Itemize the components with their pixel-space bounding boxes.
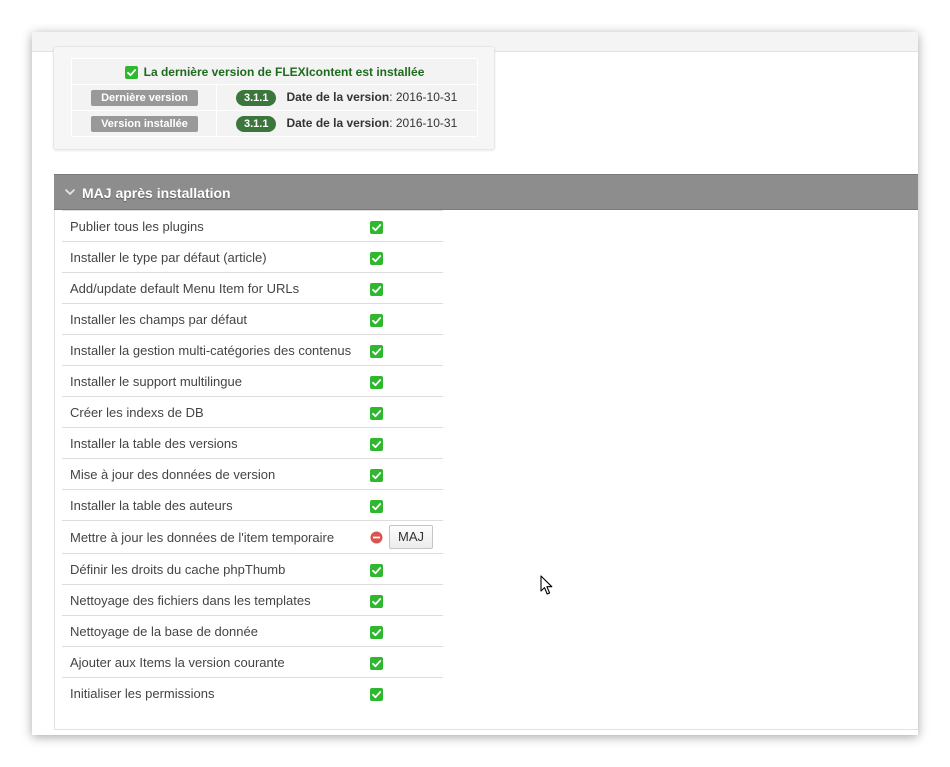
- task-name: Installer le support multilingue: [70, 373, 242, 389]
- installed-version-date-label: Date de la version: [286, 115, 390, 130]
- latest-version-label-cell: Dernière version: [71, 84, 217, 111]
- task-row: Initialiser les permissions: [62, 677, 443, 709]
- task-row: Créer les indexs de DB: [62, 396, 443, 428]
- task-row: Mettre à jour les données de l'item temp…: [62, 520, 443, 554]
- main-window: La dernière version de FLEXIcontent est …: [32, 32, 918, 735]
- task-name: Mettre à jour les données de l'item temp…: [70, 529, 335, 545]
- check-icon: [370, 625, 383, 639]
- check-icon: [370, 563, 383, 577]
- task-name: Installer la table des auteurs: [70, 497, 233, 513]
- latest-version-badge: 3.1.1: [236, 89, 277, 106]
- task-row: Add/update default Menu Item for URLs: [62, 272, 443, 304]
- maj-button[interactable]: MAJ: [389, 525, 433, 549]
- task-status-cell: [370, 397, 443, 428]
- task-status-cell: [370, 335, 443, 366]
- installed-version-value-cell: 3.1.1 Date de la version: 2016-10-31: [216, 110, 478, 137]
- check-icon: [370, 220, 383, 234]
- task-status-cell: [370, 459, 443, 490]
- task-name: Publier tous les plugins: [70, 218, 204, 234]
- check-icon: [370, 437, 383, 451]
- check-icon: [370, 375, 383, 389]
- task-row: Nettoyage des fichiers dans les template…: [62, 584, 443, 616]
- task-status-cell: [370, 304, 443, 335]
- task-name: Add/update default Menu Item for URLs: [70, 280, 300, 296]
- latest-version-row: Dernière version 3.1.1 Date de la version…: [71, 84, 478, 111]
- task-status-cell: [370, 273, 443, 304]
- task-row: Installer la table des versions: [62, 427, 443, 459]
- task-status-cell: [370, 585, 443, 616]
- task-row: Installer le type par défaut (article): [62, 241, 443, 273]
- error-icon: [370, 531, 383, 543]
- task-name: Nettoyage de la base de donnée: [70, 623, 258, 639]
- latest-version-value-cell: 3.1.1 Date de la version: 2016-10-31: [216, 84, 478, 111]
- installed-version-label-cell: Version installée: [71, 110, 217, 137]
- task-name: Installer la gestion multi-catégories de…: [70, 342, 352, 358]
- task-row: Installer la gestion multi-catégories de…: [62, 334, 443, 366]
- check-icon: [370, 687, 383, 701]
- task-status-cell: [370, 428, 443, 459]
- task-status-cell: [370, 211, 443, 242]
- check-icon: [370, 251, 383, 265]
- version-table: La dernière version de FLEXIcontent est …: [71, 58, 478, 137]
- installed-version-date-value: : 2016-10-31: [389, 115, 458, 130]
- task-name: Installer la table des versions: [70, 435, 238, 451]
- check-icon: [370, 468, 383, 482]
- task-status-cell: [370, 678, 443, 709]
- task-name: Créer les indexs de DB: [70, 404, 204, 420]
- latest-version-date-label: Date de la version: [286, 89, 390, 104]
- version-status-message: La dernière version de FLEXIcontent est …: [143, 64, 425, 79]
- task-row: Définir les droits du cache phpThumb: [62, 553, 443, 585]
- task-row: Nettoyage de la base de donnée: [62, 615, 443, 647]
- version-status-row: La dernière version de FLEXIcontent est …: [71, 58, 478, 85]
- check-icon: [370, 656, 383, 670]
- check-icon: [370, 313, 383, 327]
- check-icon: [370, 499, 383, 513]
- task-name: Installer les champs par défaut: [70, 311, 248, 327]
- installed-version-row: Version installée 3.1.1 Date de la versio…: [71, 110, 478, 137]
- task-status-cell: [370, 490, 443, 521]
- version-status-cell: La dernière version de FLEXIcontent est …: [71, 58, 478, 85]
- task-status-cell: [370, 366, 443, 397]
- check-icon: [370, 406, 383, 420]
- version-info-box: La dernière version de FLEXIcontent est …: [53, 46, 495, 150]
- task-status-cell: MAJ: [370, 521, 443, 554]
- installed-version-badge: 3.1.1: [236, 115, 277, 132]
- check-icon: [370, 344, 383, 358]
- latest-version-label: Dernière version: [91, 90, 198, 106]
- task-row: Installer les champs par défaut: [62, 303, 443, 335]
- check-icon: [124, 65, 138, 79]
- check-icon: [370, 282, 383, 296]
- task-name: Nettoyage des fichiers dans les template…: [70, 592, 311, 608]
- check-icon: [370, 594, 383, 608]
- task-name: Définir les droits du cache phpThumb: [70, 561, 286, 577]
- task-row: Ajouter aux Items la version courante: [62, 646, 443, 678]
- task-status-cell: [370, 242, 443, 273]
- task-name: Ajouter aux Items la version courante: [70, 654, 285, 670]
- chevron-down-icon: [65, 189, 75, 195]
- task-name: Initialiser les permissions: [70, 685, 215, 701]
- post-install-task-table: Publier tous les plugins Installer le typ…: [62, 210, 443, 709]
- task-status-cell: [370, 554, 443, 585]
- task-row: Publier tous les plugins: [62, 210, 443, 242]
- section-header-toggle[interactable]: MAJ après installation: [54, 174, 918, 210]
- latest-version-date-value: : 2016-10-31: [389, 89, 458, 104]
- task-row: Installer le support multilingue: [62, 365, 443, 397]
- task-status-cell: [370, 616, 443, 647]
- installed-version-label: Version installée: [91, 116, 198, 132]
- mouse-cursor-icon: [540, 575, 553, 595]
- task-status-cell: [370, 647, 443, 678]
- task-row: Installer la table des auteurs: [62, 489, 443, 521]
- section-title: MAJ après installation: [82, 185, 231, 201]
- task-name: Installer le type par défaut (article): [70, 249, 267, 265]
- task-row: Mise à jour des données de version: [62, 458, 443, 490]
- task-name: Mise à jour des données de version: [70, 466, 276, 482]
